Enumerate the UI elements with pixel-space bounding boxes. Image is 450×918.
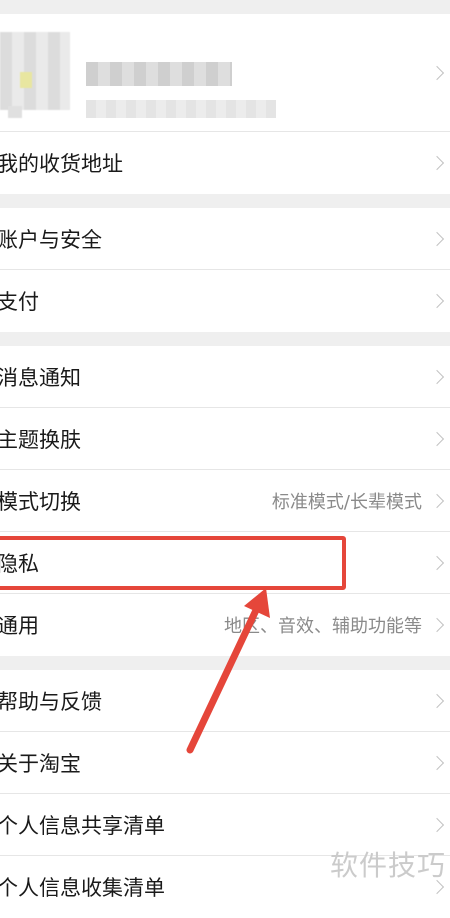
arrow-icon	[186, 588, 270, 754]
watermark: 软件技巧	[329, 849, 446, 882]
